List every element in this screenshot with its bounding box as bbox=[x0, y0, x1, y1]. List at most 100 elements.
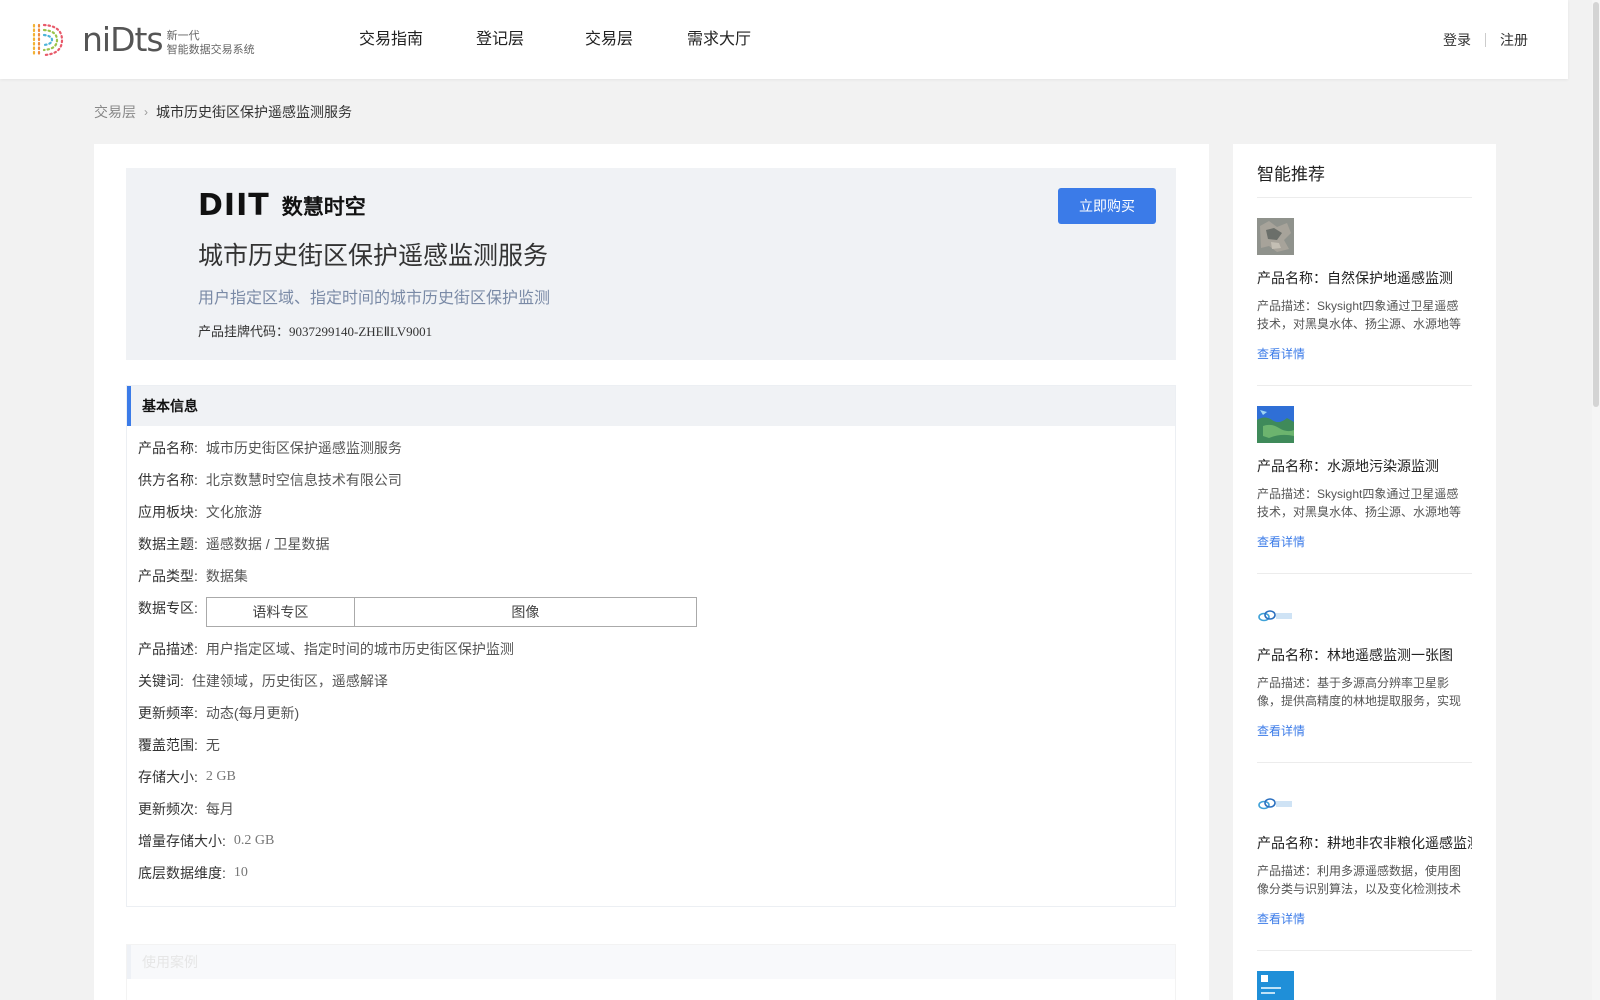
info-row-update-cadence: 更新频次: 每月 bbox=[138, 798, 1175, 830]
info-key: 更新频率: bbox=[138, 705, 198, 721]
view-details-link[interactable]: 查看详情 bbox=[1257, 345, 1305, 362]
product-listing-code: 产品挂牌代码：9037299140-ZHEⅡLV9001 bbox=[198, 321, 432, 340]
nav-demand-hall[interactable]: 需求大厅 bbox=[687, 0, 751, 79]
recommend-desc: 产品描述：Skysight四象通过卫星遥感技术，对黑臭水体、扬尘源、水源地等进行… bbox=[1257, 487, 1462, 519]
main-nav: 交易指南 登记层 交易层 需求大厅 bbox=[359, 0, 751, 79]
zone-cell-image: 图像 bbox=[353, 598, 696, 626]
recommend-card[interactable]: 产品名称：水源地污染源监测 产品描述：Skysight四象通过卫星遥感技术，对黑… bbox=[1257, 386, 1472, 574]
zone-cell-corpus: 语料专区 bbox=[252, 604, 309, 620]
info-key: 产品名称: bbox=[138, 440, 198, 456]
view-details-link[interactable]: 查看详情 bbox=[1257, 910, 1305, 927]
sidebar-title: 智能推荐 bbox=[1257, 165, 1325, 184]
use-case-heading: 使用案例 bbox=[127, 945, 1175, 979]
info-key: 存储大小: bbox=[138, 769, 198, 785]
info-row-coverage: 覆盖范围: 无 bbox=[138, 734, 1175, 766]
info-row-application: 应用板块: 文化旅游 bbox=[138, 501, 1175, 533]
logo-subtitle-line2: 智能数据交易系统 bbox=[166, 44, 255, 56]
view-details-link[interactable]: 查看详情 bbox=[1257, 722, 1305, 739]
product-subtitle: 用户指定区域、指定时间的城市历史街区保护监测 bbox=[198, 290, 551, 307]
basic-info-heading: 基本信息 bbox=[127, 386, 1175, 426]
logo-d-icon bbox=[32, 23, 64, 57]
logo-subtitle-line1: 新一代 bbox=[166, 30, 200, 42]
buy-now-button[interactable]: 立即购买 bbox=[1058, 188, 1156, 224]
info-row-data-zone: 数据专区: 语料专区 图像 bbox=[138, 597, 1175, 638]
recommend-card[interactable]: 产品名称：林地遥感监测一张图 产品描述：基于多源高分辨率卫星影像，提供高精度的林… bbox=[1257, 575, 1472, 763]
info-key: 更新频次: bbox=[138, 801, 198, 817]
info-key: 产品描述: bbox=[138, 641, 198, 657]
info-value: 文化旅游 bbox=[205, 504, 262, 520]
info-row-update-frequency: 更新频率: 动态(每月更新) bbox=[138, 702, 1175, 734]
top-header: niDts 新一代 智能数据交易系统 交易指南 登记层 交易层 需求大厅 登录 … bbox=[0, 0, 1568, 79]
recommendation-sidebar: 智能推荐 产品名称：自然保护地遥感监测 产品描述：Skysight四象通过卫星遥… bbox=[1233, 144, 1496, 1000]
info-key: 底层数据维度: bbox=[138, 865, 226, 881]
basic-info-section: 基本信息 产品名称: 城市历史街区保护遥感监测服务 供方名称: 北京数慧时空信息… bbox=[126, 385, 1176, 907]
brand-logo-mark: DIIT bbox=[198, 188, 270, 223]
recommend-desc: 产品描述：基于多源高分辨率卫星影像，提供高精度的林地提取服务，实现林地监测 bbox=[1257, 676, 1462, 708]
recommend-name: 产品名称：水源地污染源监测 bbox=[1257, 458, 1439, 474]
product-detail-panel: DIIT 数慧时空 城市历史街区保护遥感监测服务 用户指定区域、指定时间的城市历… bbox=[94, 144, 1209, 1000]
login-link[interactable]: 登录 bbox=[1443, 30, 1471, 50]
info-value: 用户指定区域、指定时间的城市历史街区保护监测 bbox=[205, 641, 514, 657]
info-key: 数据主题: bbox=[138, 536, 198, 552]
info-row-description: 产品描述: 用户指定区域、指定时间的城市历史街区保护监测 bbox=[138, 638, 1175, 670]
product-thumbnail bbox=[1257, 406, 1294, 443]
info-key: 增量存储大小: bbox=[138, 833, 226, 849]
info-value: 北京数慧时空信息技术有限公司 bbox=[205, 472, 402, 488]
info-value: 住建领域，历史街区，遥感解译 bbox=[191, 673, 388, 689]
scrollbar-thumb[interactable] bbox=[1593, 2, 1599, 407]
page-scrollbar[interactable] bbox=[1592, 0, 1600, 1000]
info-key: 数据专区: bbox=[138, 600, 198, 616]
info-value: 10 bbox=[233, 865, 248, 880]
info-row-product-name: 产品名称: 城市历史街区保护遥感监测服务 bbox=[138, 437, 1175, 469]
provider-cloud-logo bbox=[1258, 610, 1292, 622]
site-logo[interactable]: niDts 新一代 智能数据交易系统 bbox=[28, 20, 255, 60]
info-row-storage-size: 存储大小: 2 GB bbox=[138, 766, 1175, 798]
nav-trading-layer[interactable]: 交易层 bbox=[585, 0, 633, 79]
register-link[interactable]: 注册 bbox=[1500, 30, 1528, 50]
recommend-name: 产品名称：林地遥感监测一张图 bbox=[1257, 647, 1453, 663]
info-value: 城市历史街区保护遥感监测服务 bbox=[205, 440, 402, 456]
listing-code-label: 产品挂牌代码： bbox=[198, 324, 290, 339]
breadcrumb-parent[interactable]: 交易层 bbox=[94, 102, 136, 122]
breadcrumb: 交易层 › 城市历史街区保护遥感监测服务 bbox=[94, 102, 352, 122]
breadcrumb-current: 城市历史街区保护遥感监测服务 bbox=[156, 104, 352, 120]
info-value: 动态(每月更新) bbox=[205, 705, 300, 721]
info-value: 2 GB bbox=[205, 769, 236, 784]
basic-info-list: 产品名称: 城市历史街区保护遥感监测服务 供方名称: 北京数慧时空信息技术有限公… bbox=[127, 426, 1175, 894]
recommend-name: 产品名称：自然保护地遥感监测 bbox=[1257, 270, 1453, 286]
product-title: 城市历史街区保护遥感监测服务 bbox=[198, 243, 549, 270]
info-row-supplier: 供方名称: 北京数慧时空信息技术有限公司 bbox=[138, 469, 1175, 501]
view-details-link[interactable]: 查看详情 bbox=[1257, 533, 1305, 550]
nav-trading-guide[interactable]: 交易指南 bbox=[359, 0, 423, 79]
auth-divider bbox=[1485, 32, 1486, 47]
product-thumbnail bbox=[1257, 971, 1294, 1000]
info-row-data-dimension: 底层数据维度: 10 bbox=[138, 862, 1175, 894]
brand-logo-name: 数慧时空 bbox=[281, 195, 366, 219]
provider-brand-logo: DIIT 数慧时空 bbox=[198, 188, 366, 223]
info-key: 关键词: bbox=[138, 673, 184, 689]
nav-registration-layer[interactable]: 登记层 bbox=[476, 0, 524, 79]
logo-subtitle: 新一代 智能数据交易系统 bbox=[167, 23, 255, 57]
product-hero: DIIT 数慧时空 城市历史街区保护遥感监测服务 用户指定区域、指定时间的城市历… bbox=[126, 168, 1176, 360]
chevron-right-icon: › bbox=[144, 105, 148, 119]
info-key: 供方名称: bbox=[138, 472, 198, 488]
info-key: 覆盖范围: bbox=[138, 737, 198, 753]
info-value: 0.2 GB bbox=[233, 833, 275, 848]
product-thumbnail bbox=[1257, 218, 1294, 255]
provider-cloud-logo bbox=[1258, 798, 1292, 810]
info-value: 遥感数据 / 卫星数据 bbox=[205, 536, 330, 552]
info-row-incremental-size: 增量存储大小: 0.2 GB bbox=[138, 830, 1175, 862]
info-value: 数据集 bbox=[205, 568, 248, 584]
recommend-desc: 产品描述：利用多源遥感数据，使用图像分类与识别算法，以及变化检测技术进行监测 bbox=[1257, 864, 1462, 896]
info-key: 应用板块: bbox=[138, 504, 198, 520]
info-value: 无 bbox=[205, 737, 220, 753]
listing-code-value: 9037299140-ZHEⅡLV9001 bbox=[289, 324, 433, 339]
info-row-keywords: 关键词: 住建领域，历史街区，遥感解译 bbox=[138, 670, 1175, 702]
recommend-desc: 产品描述：Skysight四象通过卫星遥感技术，对黑臭水体、扬尘源、水源地等进行… bbox=[1257, 299, 1462, 331]
info-value: 每月 bbox=[205, 801, 234, 817]
recommend-card[interactable]: 产品名称：耕地非农非粮化遥感监测 产品描述：利用多源遥感数据，使用图像分类与识别… bbox=[1257, 763, 1472, 951]
data-zone-table: 语料专区 图像 bbox=[205, 597, 697, 627]
use-case-section: 使用案例 bbox=[126, 944, 1176, 1000]
recommend-card[interactable]: 产品名称：自然保护地遥感监测 产品描述：Skysight四象通过卫星遥感技术，对… bbox=[1257, 198, 1472, 386]
info-row-product-type: 产品类型: 数据集 bbox=[138, 565, 1175, 597]
